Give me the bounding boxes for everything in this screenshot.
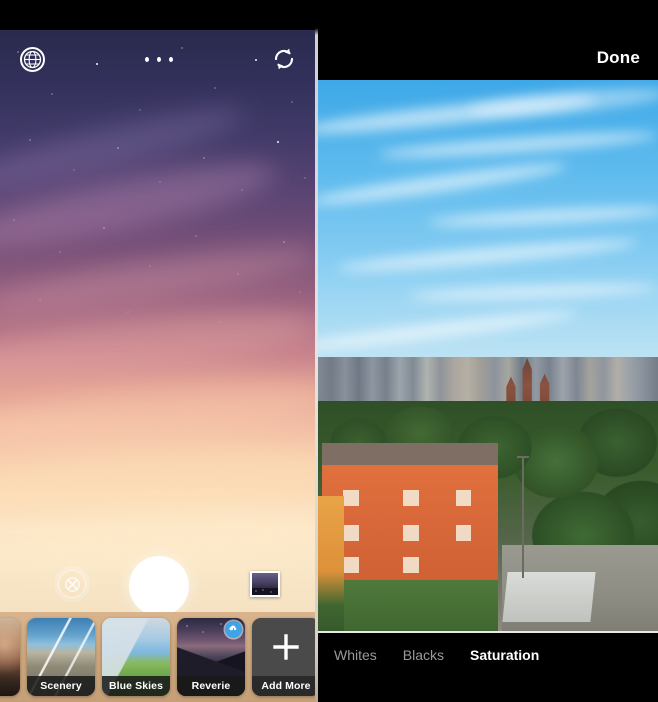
filter-label: Reverie xyxy=(177,676,245,696)
cloud-wisp xyxy=(0,436,318,529)
cloud-wisp xyxy=(0,366,318,464)
filter-filmstrip[interactable]: Scenery Blue Skies Reverie Add More xyxy=(0,612,318,702)
cloud-download-icon[interactable] xyxy=(225,621,242,638)
camera-viewfinder-preview xyxy=(0,30,318,612)
cloud xyxy=(427,203,658,230)
plus-icon xyxy=(252,618,318,676)
effects-toggle-icon[interactable] xyxy=(58,570,86,598)
editor-toolbar: Whites Blacks Saturation xyxy=(318,633,658,702)
filter-tile-scenery[interactable]: Scenery xyxy=(27,618,95,696)
filter-tile-blue-skies[interactable]: Blue Skies xyxy=(102,618,170,696)
building-facade-orange xyxy=(321,464,498,580)
building-left-wing xyxy=(318,495,344,633)
camera-switch-icon[interactable] xyxy=(270,45,298,73)
window xyxy=(402,524,419,541)
camera-app-screen: Scenery Blue Skies Reverie Add More xyxy=(0,0,318,702)
adjustment-tabs: Whites Blacks Saturation xyxy=(318,647,658,663)
cloud xyxy=(318,90,599,140)
window xyxy=(402,490,419,507)
cloud xyxy=(318,306,578,356)
building-facade-green xyxy=(321,579,498,633)
filter-tile[interactable] xyxy=(0,618,20,696)
dot xyxy=(169,56,173,62)
done-button[interactable]: Done xyxy=(597,48,640,68)
dual-screenshot-container: Scenery Blue Skies Reverie Add More Done… xyxy=(0,0,658,702)
orange-apartment-building xyxy=(318,412,502,633)
tab-whites[interactable]: Whites xyxy=(334,647,377,663)
window xyxy=(342,490,359,507)
tab-saturation[interactable]: Saturation xyxy=(470,647,539,663)
left-status-bar xyxy=(0,0,318,30)
filter-label: Scenery xyxy=(27,676,95,696)
window xyxy=(455,524,472,541)
white-roof-building xyxy=(502,572,597,622)
globe-icon[interactable] xyxy=(18,45,46,73)
cloud xyxy=(318,157,568,211)
editor-header: Done xyxy=(318,0,658,80)
cloud xyxy=(407,281,658,303)
photo-canvas[interactable] xyxy=(318,80,658,633)
dot xyxy=(157,56,161,62)
camera-top-toolbar xyxy=(0,30,318,88)
filter-thumbnail xyxy=(0,618,20,696)
shutter-button[interactable] xyxy=(129,556,189,616)
more-options-icon[interactable] xyxy=(143,46,175,72)
window xyxy=(342,556,359,573)
filter-tile-add-more[interactable]: Add More xyxy=(252,618,318,696)
filter-label: Blue Skies xyxy=(102,676,170,696)
street-lamp xyxy=(517,456,529,578)
cloud xyxy=(337,234,639,277)
window xyxy=(402,556,419,573)
filter-tile-reverie[interactable]: Reverie xyxy=(177,618,245,696)
screen-divider xyxy=(315,0,318,702)
photo-editor-screen: Done Whites Blacks Saturation xyxy=(318,0,658,702)
dot xyxy=(145,56,149,62)
tab-blacks[interactable]: Blacks xyxy=(403,647,444,663)
gallery-thumbnail[interactable] xyxy=(250,571,280,597)
filter-label: Add More xyxy=(252,676,318,696)
window xyxy=(342,524,359,541)
cloud xyxy=(377,128,658,162)
window xyxy=(455,490,472,507)
